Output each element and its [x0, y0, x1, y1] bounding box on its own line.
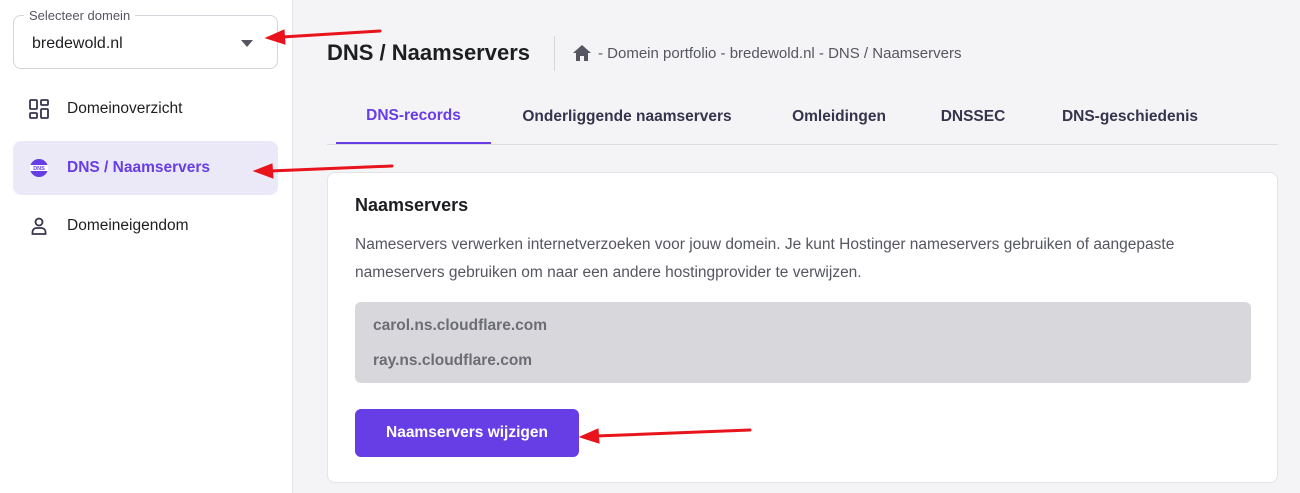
tab-dns-records[interactable]: DNS-records: [336, 90, 491, 144]
tab-bar: DNS-records Onderliggende naamservers Om…: [327, 90, 1278, 145]
sidebar-item-label: DNS / Naamservers: [67, 159, 211, 176]
page-title: DNS / Naamservers: [327, 40, 531, 65]
nameserver-list: carol.ns.cloudflare.com ray.ns.cloudflar…: [355, 302, 1251, 383]
change-nameservers-button[interactable]: Naamservers wijzigen: [355, 409, 579, 457]
domain-select-legend: Selecteer domein: [24, 8, 136, 23]
nameservers-card: Naamservers Nameservers verwerken intern…: [327, 172, 1278, 483]
breadcrumb-text[interactable]: - Domein portfolio - bredewold.nl - DNS …: [598, 45, 961, 62]
card-description: Nameservers verwerken internetverzoeken …: [355, 236, 1175, 281]
chevron-down-icon[interactable]: [241, 40, 253, 47]
tab-omleidingen[interactable]: Omleidingen: [777, 90, 901, 144]
user-icon: [29, 216, 49, 236]
sidebar-item-label: Domeineigendom: [67, 217, 189, 234]
home-icon[interactable]: [572, 44, 592, 62]
sidebar-item-domeinoverzicht[interactable]: Domeinoverzicht: [13, 82, 278, 136]
sidebar: Selecteer domein bredewold.nl Domeinover…: [0, 0, 293, 493]
breadcrumb: - Domein portfolio - bredewold.nl - DNS …: [572, 44, 961, 62]
dns-icon-text: DNS: [33, 166, 45, 172]
tab-dnssec[interactable]: DNSSEC: [927, 90, 1019, 144]
nameserver-item: ray.ns.cloudflare.com: [373, 352, 533, 369]
domain-select[interactable]: Selecteer domein bredewold.nl: [13, 8, 278, 69]
domain-select-value: bredewold.nl: [32, 35, 123, 52]
title-divider: [554, 36, 555, 71]
tab-dns-geschiedenis[interactable]: DNS-geschiedenis: [1045, 90, 1215, 144]
sidebar-item-label: Domeinoverzicht: [67, 100, 183, 117]
card-title: Naamservers: [355, 195, 469, 215]
tab-onderliggende-naamservers[interactable]: Onderliggende naamservers: [507, 90, 747, 144]
nameserver-item: carol.ns.cloudflare.com: [373, 317, 547, 334]
sidebar-item-domeineigendom[interactable]: Domeineigendom: [13, 199, 278, 253]
dashboard-icon: [29, 99, 49, 119]
sidebar-item-dns-naamservers[interactable]: DNS DNS / Naamservers: [13, 141, 278, 195]
dns-icon: DNS: [29, 158, 49, 178]
